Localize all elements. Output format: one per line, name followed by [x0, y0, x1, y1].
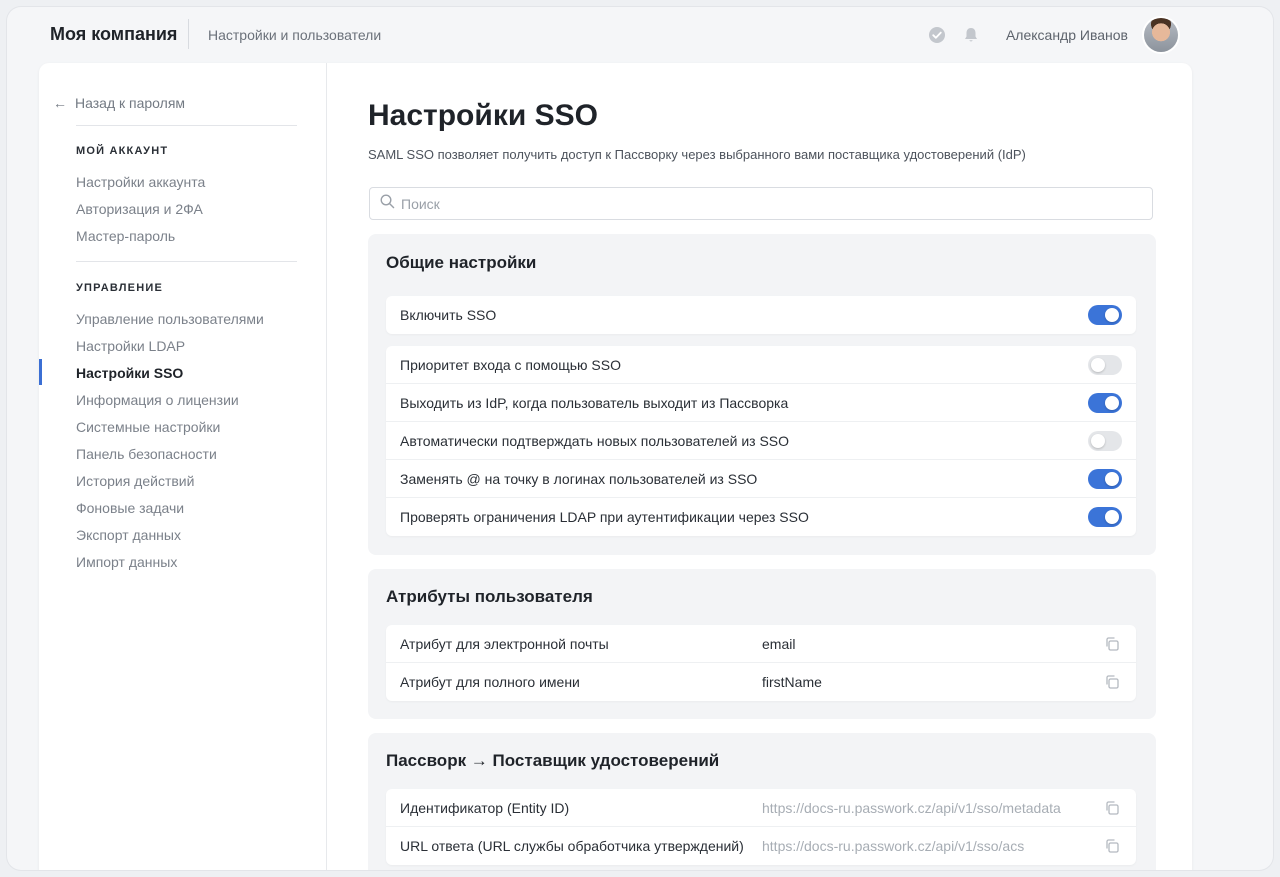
- toggle-knob: [1105, 510, 1119, 524]
- setting-label: Проверять ограничения LDAP при аутентифи…: [400, 509, 809, 525]
- general-settings-section: Общие настройки Включить SSO Приоритет в…: [368, 234, 1156, 555]
- sidebar-divider: [76, 261, 297, 262]
- section-title: Пассворк → Поставщик удостоверений: [386, 751, 720, 770]
- idp-logout-toggle[interactable]: [1088, 392, 1122, 413]
- sidebar-item-auth-2fa[interactable]: Авторизация и 2ФА: [76, 201, 203, 217]
- bell-icon[interactable]: [960, 24, 982, 46]
- idp-group: Идентификатор (Entity ID) https://docs-r…: [386, 789, 1136, 865]
- sidebar-item-export[interactable]: Экспорт данных: [76, 527, 181, 543]
- page-subtitle: SAML SSO позволяет получить доступ к Пас…: [368, 147, 1026, 162]
- active-indicator: [39, 359, 42, 385]
- search-input[interactable]: [401, 195, 1101, 212]
- setting-row-sso-priority: Приоритет входа с помощью SSO: [386, 346, 1136, 384]
- replace-at-toggle[interactable]: [1088, 468, 1122, 489]
- sidebar-item-license[interactable]: Информация о лицензии: [76, 392, 239, 408]
- setting-row-ldap-check: Проверять ограничения LDAP при аутентифи…: [386, 498, 1136, 536]
- toggle-knob: [1105, 308, 1119, 322]
- setting-label: Заменять @ на точку в логинах пользовате…: [400, 470, 758, 487]
- sidebar-item-security-dashboard[interactable]: Панель безопасности: [76, 446, 217, 462]
- copy-icon[interactable]: [1102, 634, 1122, 654]
- section-title[interactable]: Настройки и пользователи: [208, 27, 381, 43]
- back-link-label: Назад к паролям: [75, 95, 186, 111]
- idp-value[interactable]: https://docs-ru.passwork.cz/api/v1/sso/m…: [762, 800, 1102, 816]
- sidebar: ← Назад к паролям МОЙ АККАУНТ Настройки …: [39, 63, 327, 870]
- idp-label: URL ответа (URL службы обработчика утвер…: [400, 838, 744, 854]
- page-title: Настройки SSO: [368, 99, 598, 132]
- app-window: Моя компания Настройки и пользователи Ал…: [7, 7, 1273, 870]
- back-link[interactable]: ← Назад к паролям: [53, 95, 185, 111]
- divider: [188, 19, 189, 49]
- user-attributes-section: Атрибуты пользователя Атрибут для электр…: [368, 569, 1156, 719]
- attributes-group: Атрибут для электронной почты email Атри…: [386, 625, 1136, 701]
- settings-card: ← Назад к паролям МОЙ АККАУНТ Настройки …: [39, 63, 1192, 870]
- copy-icon[interactable]: [1102, 836, 1122, 856]
- copy-icon[interactable]: [1102, 672, 1122, 692]
- attribute-label: Атрибут для полного имени: [400, 674, 580, 690]
- copy-icon[interactable]: [1102, 798, 1122, 818]
- sidebar-item-users[interactable]: Управление пользователями: [76, 311, 264, 327]
- idp-row-acs-url: URL ответа (URL службы обработчика утвер…: [386, 827, 1136, 865]
- search-box[interactable]: [369, 187, 1153, 220]
- idp-row-entity-id: Идентификатор (Entity ID) https://docs-r…: [386, 789, 1136, 827]
- toggle-knob: [1105, 395, 1119, 410]
- sidebar-divider: [76, 125, 297, 126]
- sso-priority-toggle[interactable]: [1088, 354, 1122, 375]
- company-name[interactable]: Моя компания: [50, 24, 177, 45]
- attribute-value[interactable]: firstName: [762, 674, 1102, 690]
- avatar[interactable]: [1144, 18, 1178, 52]
- attribute-row-full-name: Атрибут для полного имени firstName: [386, 663, 1136, 701]
- sidebar-item-master-password[interactable]: Мастер-пароль: [76, 228, 175, 244]
- sidebar-item-activity-log[interactable]: История действий: [76, 473, 194, 489]
- sidebar-item-ldap[interactable]: Настройки LDAP: [76, 338, 185, 354]
- idp-section: Пассворк → Поставщик удостоверений Идент…: [368, 733, 1156, 870]
- sidebar-item-import[interactable]: Импорт данных: [76, 554, 177, 570]
- user-area: Александр Иванов: [914, 18, 1178, 52]
- setting-label: Выходить из IdP, когда пользователь выхо…: [400, 394, 789, 411]
- attribute-value[interactable]: email: [762, 636, 1102, 652]
- setting-row-enable-sso: Включить SSO: [386, 296, 1136, 334]
- setting-label: Автоматически подтверждать новых пользов…: [400, 432, 790, 449]
- user-name[interactable]: Александр Иванов: [1006, 27, 1128, 43]
- top-bar: Моя компания Настройки и пользователи Ал…: [7, 7, 1273, 63]
- account-heading: МОЙ АККАУНТ: [76, 145, 169, 157]
- toggle-knob: [1105, 471, 1119, 486]
- sidebar-item-background-tasks[interactable]: Фоновые задачи: [76, 500, 184, 516]
- enable-sso-group: Включить SSO: [386, 296, 1136, 334]
- setting-row-replace-at: Заменять @ на точку в логинах пользовате…: [386, 460, 1136, 498]
- toggle-knob: [1091, 357, 1105, 372]
- auto-confirm-toggle[interactable]: [1088, 430, 1122, 451]
- attribute-row-email: Атрибут для электронной почты email: [386, 625, 1136, 663]
- setting-label: Включить SSO: [400, 307, 497, 323]
- sidebar-item-account-settings[interactable]: Настройки аккаунта: [76, 174, 205, 190]
- arrow-left-icon: ←: [53, 95, 67, 111]
- sso-options-group: Приоритет входа с помощью SSO Выходить и…: [386, 346, 1136, 536]
- setting-label: Приоритет входа с помощью SSO: [400, 356, 621, 373]
- section-title: Атрибуты пользователя: [386, 587, 593, 606]
- idp-value[interactable]: https://docs-ru.passwork.cz/api/v1/sso/a…: [762, 838, 1102, 854]
- toggle-knob: [1091, 433, 1105, 448]
- section-title: Общие настройки: [386, 253, 537, 272]
- sidebar-item-system-settings[interactable]: Системные настройки: [76, 419, 220, 435]
- setting-row-idp-logout: Выходить из IdP, когда пользователь выхо…: [386, 384, 1136, 422]
- enable-sso-toggle[interactable]: [1088, 305, 1122, 325]
- idp-label: Идентификатор (Entity ID): [400, 799, 570, 816]
- check-circle-icon[interactable]: [926, 24, 948, 46]
- sidebar-item-sso[interactable]: Настройки SSO: [76, 365, 183, 381]
- attribute-label: Атрибут для электронной почты: [400, 635, 609, 652]
- management-heading: УПРАВЛЕНИЕ: [76, 282, 163, 294]
- search-icon: [380, 193, 395, 214]
- ldap-check-toggle[interactable]: [1088, 507, 1122, 527]
- setting-row-auto-confirm: Автоматически подтверждать новых пользов…: [386, 422, 1136, 460]
